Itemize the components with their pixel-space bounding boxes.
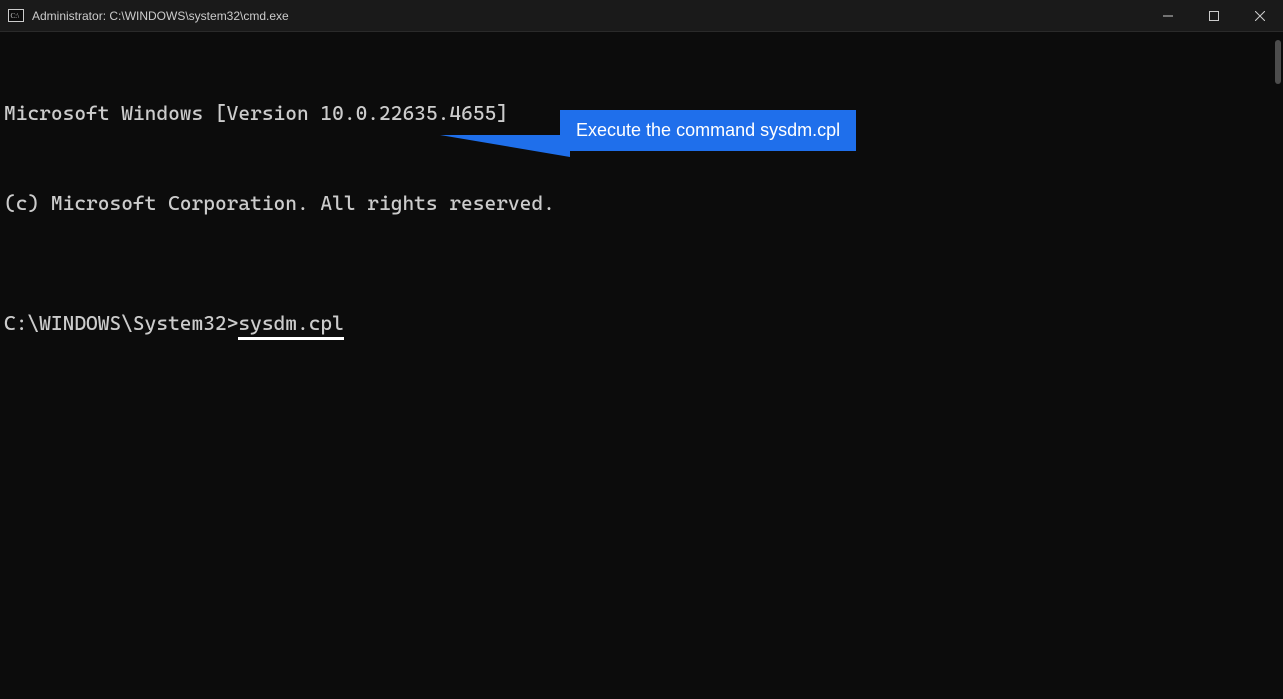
callout-arrow-icon [440,135,570,157]
window-controls [1145,0,1283,31]
cmd-app-icon: C:\ [8,8,24,24]
prompt-text: C:\WINDOWS\System32> [4,311,238,335]
maximize-button[interactable] [1191,0,1237,32]
scrollbar-thumb[interactable] [1275,40,1281,84]
titlebar-left: C:\ Administrator: C:\WINDOWS\system32\c… [0,8,289,24]
annotation-callout: Execute the command sysdm.cpl [560,110,856,151]
prompt-line: C:\WINDOWS\System32>sysdm.cpl [4,308,1279,338]
close-button[interactable] [1237,0,1283,32]
copyright-line: (c) Microsoft Corporation. All rights re… [4,188,1279,218]
typed-command: sysdm.cpl [238,311,343,340]
window-titlebar: C:\ Administrator: C:\WINDOWS\system32\c… [0,0,1283,32]
minimize-button[interactable] [1145,0,1191,32]
svg-text:C:\: C:\ [11,12,20,20]
window-title: Administrator: C:\WINDOWS\system32\cmd.e… [32,9,289,23]
callout-text: Execute the command sysdm.cpl [576,120,840,140]
